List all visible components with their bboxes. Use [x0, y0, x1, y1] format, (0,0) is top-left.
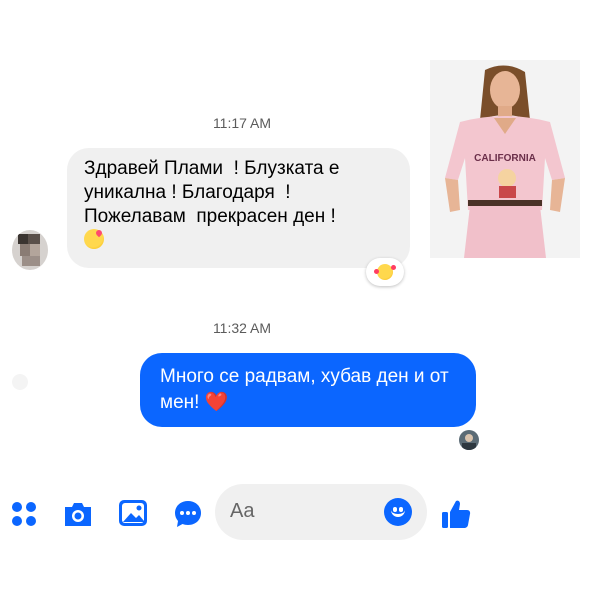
outgoing-message-text: Много се радвам, хубав ден и от мен!	[160, 366, 449, 413]
menu-dots-icon[interactable]	[10, 500, 38, 528]
sender-avatar[interactable]	[12, 230, 48, 270]
read-indicator-icon	[12, 374, 28, 390]
shirt-print-text: CALIFORNIA	[474, 153, 536, 164]
timestamp: 11:17 AM	[212, 115, 272, 131]
message-input-placeholder: Aa	[230, 500, 255, 522]
heart-emoji-icon: ❤️	[204, 392, 229, 413]
camera-icon[interactable]	[62, 499, 94, 529]
smiling-face-with-hearts-icon	[374, 264, 396, 280]
message-reaction[interactable]	[366, 258, 404, 286]
incoming-message-bubble[interactable]: Здравей Плами ! Блузката е уникална ! Бл…	[67, 148, 410, 268]
chat-bubble-icon[interactable]	[173, 499, 203, 529]
outgoing-message-bubble[interactable]: Много се радвам, хубав ден и от мен! ❤️	[140, 353, 476, 427]
kiss-face-emoji-icon	[84, 229, 104, 249]
seen-avatar	[459, 430, 479, 450]
timestamp: 11:32 AM	[212, 320, 272, 336]
incoming-message-text: Здравей Плами ! Блузката е уникална ! Бл…	[84, 158, 345, 227]
thumbs-up-icon[interactable]	[440, 498, 472, 530]
image-icon[interactable]	[118, 499, 148, 527]
product-photo[interactable]: CALIFORNIA	[430, 60, 580, 258]
